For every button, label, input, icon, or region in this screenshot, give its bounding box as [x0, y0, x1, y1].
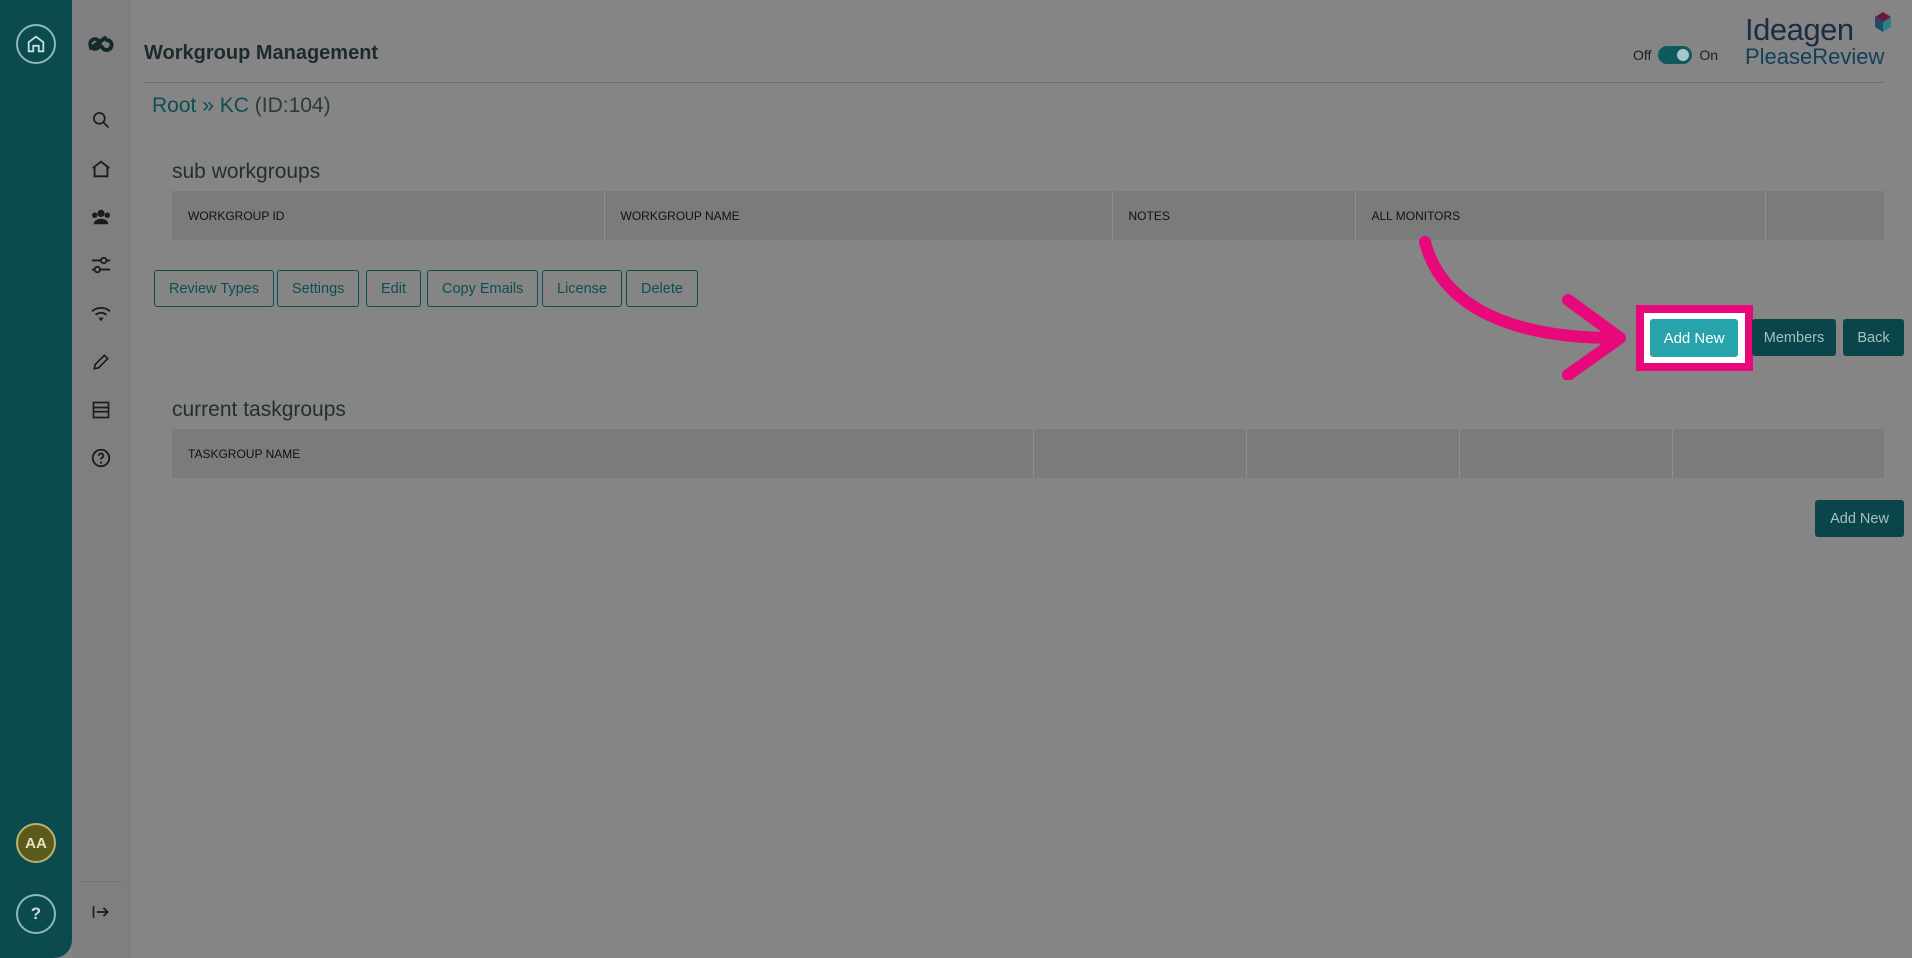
question-circle-icon[interactable] [87, 444, 115, 472]
breadcrumb-root[interactable]: Root [152, 94, 196, 117]
wifi-icon[interactable] [87, 300, 115, 328]
back-button[interactable]: Back [1843, 319, 1904, 356]
mode-toggle[interactable] [1658, 46, 1693, 64]
toggle-on-label: On [1699, 47, 1719, 63]
delete-button[interactable]: Delete [626, 270, 698, 307]
col-empty-1 [1033, 429, 1247, 478]
col-workgroup-name[interactable]: WORKGROUP NAME [604, 191, 1113, 240]
sliders-icon[interactable] [87, 251, 115, 279]
current-taskgroups-title: current taskgroups [172, 398, 346, 421]
settings-button[interactable]: Settings [277, 270, 360, 307]
nav-divider [80, 881, 121, 882]
list-icon[interactable] [87, 396, 115, 424]
col-empty-2 [1246, 429, 1460, 478]
home-icon[interactable] [16, 24, 56, 64]
logo-main-text: Ideagen [1745, 12, 1854, 47]
add-new-taskgroup-button[interactable]: Add New [1815, 500, 1904, 537]
logo-mark-icon [1875, 12, 1891, 32]
breadcrumb-current[interactable]: KC [220, 94, 249, 117]
col-workgroup-id[interactable]: WORKGROUP ID [172, 191, 605, 240]
col-notes[interactable]: NOTES [1112, 191, 1356, 240]
add-new-workgroup-button[interactable]: Add New [1650, 319, 1738, 357]
ideagen-logo: Ideagen PleaseReview [1745, 12, 1895, 70]
current-taskgroups-table: TASKGROUP NAME [172, 429, 1884, 478]
users-icon[interactable] [87, 203, 115, 231]
copy-emails-button[interactable]: Copy Emails [427, 270, 539, 307]
brand-logo-icon[interactable] [87, 30, 115, 58]
page-title: Workgroup Management [144, 42, 379, 64]
breadcrumb: Root » KC (ID:104) [152, 94, 331, 118]
toggle-off-label: Off [1633, 47, 1652, 63]
user-avatar[interactable]: AA [16, 823, 56, 863]
members-button[interactable]: Members [1752, 319, 1836, 356]
logo-sub-text: PleaseReview [1745, 44, 1885, 69]
pencil-icon[interactable] [87, 348, 115, 376]
app-rail: AA ? [0, 0, 72, 958]
sub-workgroups-title: sub workgroups [172, 160, 321, 183]
house-icon[interactable] [87, 155, 115, 183]
breadcrumb-id: (ID:104) [248, 94, 331, 117]
breadcrumb-separator: » [196, 94, 220, 117]
off-on-toggle-group: Off On [1633, 46, 1718, 64]
review-types-button[interactable]: Review Types [154, 270, 274, 307]
search-icon[interactable] [87, 106, 115, 134]
col-empty [1765, 191, 1884, 240]
header-divider [144, 82, 1884, 83]
table-header-row: TASKGROUP NAME [172, 429, 1884, 478]
edit-button[interactable]: Edit [366, 270, 421, 307]
col-empty-4 [1672, 429, 1884, 478]
annotation-arrow-icon [1419, 236, 1626, 380]
expand-sidebar-icon[interactable] [87, 898, 115, 926]
help-icon[interactable]: ? [16, 894, 56, 934]
license-button[interactable]: License [542, 270, 622, 307]
col-taskgroup-name[interactable]: TASKGROUP NAME [172, 429, 1034, 478]
nav-icon-column [72, 0, 130, 958]
col-empty-3 [1459, 429, 1673, 478]
